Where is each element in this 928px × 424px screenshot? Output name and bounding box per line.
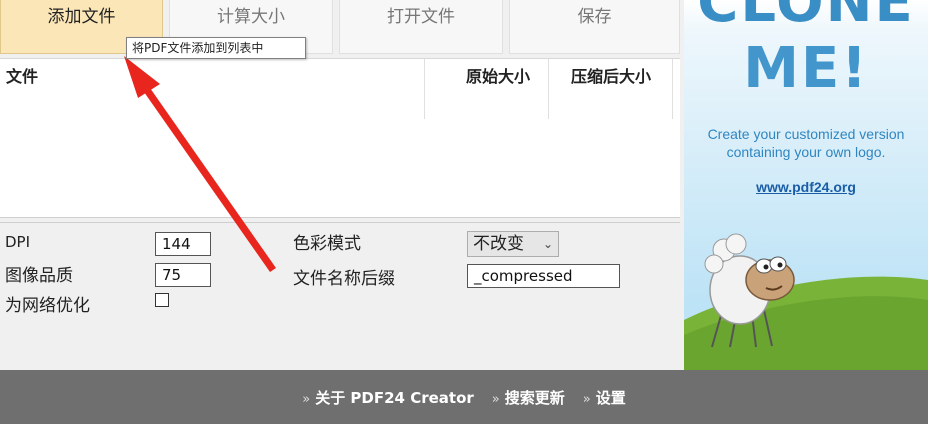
footer-settings-link[interactable]: » 设置 xyxy=(583,387,626,408)
column-header-compressed-size[interactable]: 压缩后大小 xyxy=(571,59,651,95)
ad-link[interactable]: www.pdf24.org xyxy=(684,179,928,195)
suffix-input[interactable]: _compressed xyxy=(467,264,620,288)
ad-title-line1: CLONE xyxy=(697,0,915,35)
tooltip: 将PDF文件添加到列表中 xyxy=(126,37,306,59)
column-separator xyxy=(424,59,425,119)
image-quality-label: 图像品质 xyxy=(5,266,73,286)
web-optimize-checkbox[interactable] xyxy=(155,293,169,307)
footer-search-updates-label: 搜索更新 xyxy=(504,388,565,407)
chevron-right-icon: » xyxy=(491,391,500,407)
open-files-button[interactable]: 打开文件 xyxy=(339,0,503,54)
suffix-label: 文件名称后缀 xyxy=(293,269,395,289)
chevron-right-icon: » xyxy=(582,391,591,407)
color-mode-select[interactable]: 不改变 ⌄ xyxy=(467,231,559,257)
column-separator xyxy=(672,59,673,119)
dpi-label: DPI xyxy=(5,233,31,251)
ad-text-line2: containing your own logo. xyxy=(726,144,886,160)
footer-search-updates-link[interactable]: » 搜索更新 xyxy=(492,387,565,408)
footer: » 关于 PDF24 Creator » 搜索更新 » 设置 xyxy=(0,370,928,424)
footer-about-label: 关于 PDF24 Creator xyxy=(315,388,474,407)
save-button[interactable]: 保存 xyxy=(509,0,680,54)
web-optimize-label: 为网络优化 xyxy=(5,296,90,316)
footer-about-link[interactable]: » 关于 PDF24 Creator xyxy=(302,387,474,408)
ad-text-line1: Create your customized version xyxy=(707,126,905,142)
ad-panel[interactable]: CLONE ME! Create your customized version… xyxy=(684,0,928,370)
toolbar: 添加文件 计算大小 打开文件 保存 xyxy=(0,0,680,54)
sheep-mascot-icon xyxy=(704,233,795,348)
chevron-right-icon: » xyxy=(302,391,311,407)
column-separator xyxy=(548,59,549,119)
color-mode-label: 色彩模式 xyxy=(293,234,361,254)
ad-title-line2: ME! xyxy=(743,36,869,101)
file-list[interactable]: 文件 原始大小 压缩后大小 xyxy=(0,58,680,218)
column-header-file[interactable]: 文件 xyxy=(6,59,38,95)
image-quality-input[interactable]: 75 xyxy=(155,263,211,287)
color-mode-value: 不改变 xyxy=(473,234,524,254)
footer-settings-label: 设置 xyxy=(595,388,626,407)
chevron-down-icon: ⌄ xyxy=(542,237,553,251)
column-header-original-size[interactable]: 原始大小 xyxy=(466,59,530,95)
settings-panel: DPI 144 图像品质 75 为网络优化 色彩模式 不改变 ⌄ 文件名称后缀 … xyxy=(0,222,680,370)
dpi-input[interactable]: 144 xyxy=(155,232,211,256)
